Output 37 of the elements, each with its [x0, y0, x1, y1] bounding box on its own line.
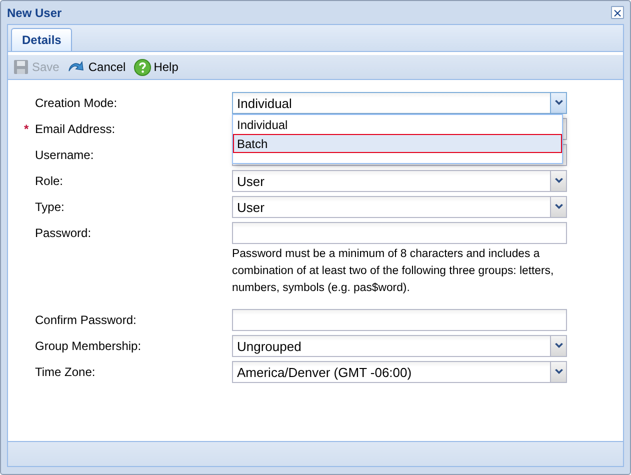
- field-label: Password:: [35, 226, 92, 240]
- input-field[interactable]: [232, 222, 567, 244]
- floppy-icon: [13, 59, 29, 75]
- dropdown-trigger[interactable]: [550, 361, 567, 383]
- field-label: Type:: [35, 200, 64, 214]
- dropdown-field[interactable]: User: [232, 170, 567, 192]
- dropdown-trigger[interactable]: [550, 92, 567, 114]
- caret-icon: [554, 204, 562, 210]
- field-label: Group Membership:: [35, 339, 142, 353]
- dropdown-option[interactable]: Individual: [233, 115, 562, 134]
- caret-icon: [554, 343, 562, 349]
- dropdown-trigger[interactable]: [550, 196, 567, 218]
- caret-icon: [554, 100, 562, 106]
- field-label: Email Address:: [35, 122, 116, 136]
- help-icon: [134, 58, 151, 76]
- input-field[interactable]: [232, 309, 567, 331]
- dropdown-trigger[interactable]: [550, 335, 567, 357]
- dropdown-field[interactable]: Ungrouped: [232, 335, 567, 357]
- dropdown-trigger[interactable]: [550, 170, 567, 192]
- dropdown-field[interactable]: User: [232, 196, 567, 218]
- dropdown-option[interactable]: Batch: [233, 134, 562, 153]
- field-label: Creation Mode:: [35, 96, 118, 110]
- field-label: Username:: [35, 148, 94, 162]
- field-label: Time Zone:: [35, 365, 96, 379]
- caret-icon: [554, 178, 562, 184]
- field-label: Confirm Password:: [35, 313, 136, 327]
- cancel-button[interactable]: Cancel: [65, 58, 128, 76]
- field-label: Role:: [35, 174, 64, 188]
- close-button[interactable]: ×: [611, 6, 624, 19]
- hint-text: Password must be a minimum of 8 characters and includes a combination of at least two of the following three groups: letters, numbers, symbols (e.g. pas$word).: [232, 247, 555, 296]
- caret-icon: [554, 369, 562, 375]
- dropdown-field[interactable]: America/Denver (GMT -06:00): [232, 361, 567, 383]
- help-button[interactable]: Help: [132, 58, 180, 76]
- dropdown-field[interactable]: Individual: [232, 92, 567, 114]
- required-icon: *: [24, 122, 29, 136]
- tab[interactable]: Details: [11, 28, 72, 51]
- window-title: New User: [7, 6, 62, 20]
